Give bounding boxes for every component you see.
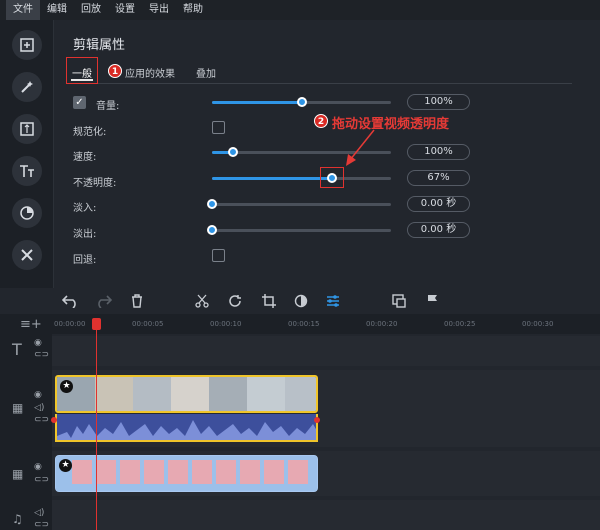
menu-bar: 文件 编辑 回放 设置 导出 帮助 [0, 0, 600, 20]
tab-bar: 一般 应用的效果 叠加 [66, 60, 572, 84]
volume-value[interactable]: 100% [407, 94, 470, 110]
link-icon[interactable]: ⊂⊃ [34, 415, 49, 425]
speed-slider-knob[interactable] [228, 147, 239, 157]
color-icon[interactable] [292, 294, 310, 308]
normalize-label: 规范化: [73, 127, 107, 138]
audio-track[interactable] [52, 500, 600, 530]
video-track-icon: ▦ [12, 467, 24, 481]
delete-icon[interactable] [128, 294, 146, 308]
playhead[interactable] [92, 318, 101, 330]
panel-title: 剪辑属性 [73, 38, 126, 53]
rotate-icon[interactable] [226, 294, 244, 308]
eye-icon[interactable]: ◉ [34, 462, 42, 472]
import-button[interactable] [12, 30, 42, 60]
ruler-tick: 00:00:30 [522, 320, 554, 328]
properties-icon[interactable] [324, 294, 342, 308]
opacity-label: 不透明度: [73, 178, 117, 189]
magic-wand-icon [21, 81, 33, 93]
ruler-tick: 00:00:00 [54, 320, 86, 328]
video-track-icon: ▦ [12, 401, 24, 415]
highlight-box-general [66, 57, 98, 84]
tab-overlay[interactable]: 叠加 [196, 65, 216, 80]
fade-in-label: 淡入: [73, 203, 97, 214]
ruler-tick: 00:00:25 [444, 320, 476, 328]
ruler-tick: 00:00:15 [288, 320, 320, 328]
link-icon[interactable]: ⊂⊃ [34, 475, 49, 485]
timeline-ruler[interactable]: 00:00:00 00:00:05 00:00:10 00:00:15 00:0… [52, 314, 600, 334]
step-badge-2: 2 [314, 114, 328, 128]
volume-checkbox[interactable]: ✓ [73, 96, 86, 109]
menu-settings[interactable]: 设置 [108, 0, 142, 20]
transitions-icon [20, 122, 34, 136]
cut-icon[interactable] [193, 294, 211, 308]
ruler-tick: 00:00:05 [132, 320, 164, 328]
speed-label: 速度: [73, 152, 97, 163]
volume-slider-knob[interactable] [296, 97, 307, 107]
import-icon [20, 38, 34, 52]
music-track-icon: ♫ [12, 512, 23, 526]
tools-icon [21, 249, 33, 261]
clip-star-icon: ★ [59, 459, 72, 472]
reverse-label: 回退: [73, 255, 97, 266]
text-track[interactable] [52, 336, 600, 366]
opacity-value[interactable]: 67% [407, 170, 470, 186]
tab-applied-effects[interactable]: 应用的效果 [125, 65, 175, 80]
link-icon[interactable]: ⊂⊃ [34, 350, 49, 360]
volume-slider[interactable] [212, 97, 391, 107]
undo-icon[interactable] [62, 294, 80, 308]
video-clip[interactable]: ★ [55, 375, 318, 413]
tool-sidebar [0, 20, 54, 288]
speaker-icon[interactable]: ◁) [34, 508, 44, 518]
eye-icon[interactable]: ◉ [34, 338, 42, 348]
pip-icon[interactable] [390, 294, 408, 308]
audio-waveform[interactable] [55, 414, 318, 442]
clip-star-icon: ★ [60, 380, 73, 393]
menu-edit[interactable]: 编辑 [40, 0, 74, 20]
ruler-tick: 00:00:20 [366, 320, 398, 328]
menu-help[interactable]: 帮助 [176, 0, 210, 20]
overlay-clip[interactable]: ★ [55, 455, 318, 492]
opacity-slider[interactable] [212, 173, 391, 183]
fade-out-value[interactable]: 0.00 秒 [407, 222, 470, 238]
titles-icon [20, 165, 34, 177]
audio-keyframe-end[interactable] [314, 417, 320, 423]
fade-out-label: 淡出: [73, 229, 97, 240]
stickers-button[interactable] [12, 198, 42, 228]
timeline-toolbar [0, 288, 600, 314]
link-icon[interactable]: ⊂⊃ [34, 520, 49, 530]
menu-export[interactable]: 导出 [142, 0, 176, 20]
fade-in-slider[interactable] [207, 199, 391, 209]
fade-in-value[interactable]: 0.00 秒 [407, 196, 470, 212]
fade-in-slider-knob[interactable] [207, 199, 217, 209]
titles-button[interactable] [12, 156, 42, 186]
eye-icon[interactable]: ◉ [34, 390, 42, 400]
speed-value[interactable]: 100% [407, 144, 470, 160]
annotation-arrow [346, 129, 375, 166]
track-headers: ≡+ T ◉ ⊂⊃ ▦ ◉ ◁) ⊂⊃ ▦ ◉ ⊂⊃ ♫ ◁) ⊂⊃ [0, 314, 52, 530]
crop-icon[interactable] [260, 294, 278, 308]
fade-out-slider-knob[interactable] [207, 225, 217, 235]
redo-icon[interactable] [94, 294, 112, 308]
playhead-line [96, 324, 97, 530]
opacity-slider-fill [212, 177, 332, 180]
audio-keyframe-start[interactable] [51, 417, 57, 423]
ruler-tick: 00:00:10 [210, 320, 242, 328]
menu-playback[interactable]: 回放 [74, 0, 108, 20]
fade-out-slider[interactable] [207, 225, 391, 235]
clock-icon [20, 206, 34, 220]
speaker-icon[interactable]: ◁) [34, 403, 44, 413]
volume-label: 音量: [96, 101, 120, 112]
menu-file[interactable]: 文件 [6, 0, 40, 20]
add-track-icon[interactable]: ≡+ [20, 317, 42, 332]
text-track-icon: T [12, 340, 22, 359]
filters-button[interactable] [12, 72, 42, 102]
transitions-button[interactable] [12, 114, 42, 144]
tools-button[interactable] [12, 240, 42, 270]
reverse-checkbox[interactable] [212, 249, 225, 262]
volume-slider-fill [212, 101, 302, 104]
flag-icon[interactable] [424, 294, 442, 308]
step-badge-1: 1 [108, 64, 122, 78]
normalize-checkbox[interactable] [212, 121, 225, 134]
